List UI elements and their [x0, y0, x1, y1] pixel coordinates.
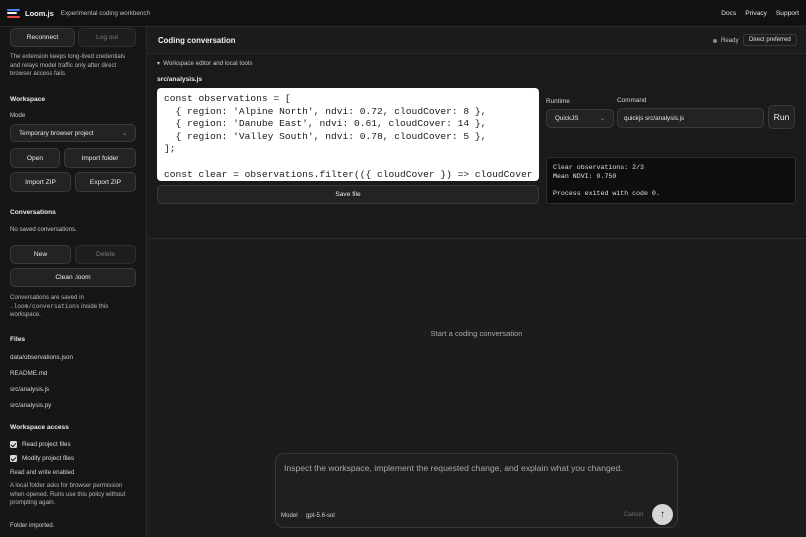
mode-label: Mode: [10, 112, 26, 119]
terminal-output: Clear observations: 2/3 Mean NDVI: 0.750…: [546, 157, 796, 204]
run-button[interactable]: Run: [768, 105, 795, 129]
status-indicator: Ready: [713, 37, 739, 44]
runtime-select[interactable]: QuickJS ⌄: [546, 109, 614, 128]
save-file-button[interactable]: Save file: [157, 185, 539, 204]
clean-loom-button[interactable]: Clean .loom: [10, 268, 136, 287]
file-item[interactable]: README.md: [10, 370, 47, 377]
command-label: Command: [617, 97, 647, 104]
arrow-up-icon: ↑: [660, 509, 665, 520]
access-note: A local folder asks for browser permissi…: [10, 482, 126, 507]
support-link[interactable]: Support: [776, 10, 799, 17]
editor-toggle[interactable]: ▾ Workspace editor and local tools: [157, 60, 252, 67]
file-item[interactable]: src/analysis.js: [10, 386, 49, 393]
workspace-editor-panel: ▾ Workspace editor and local tools src/a…: [147, 54, 806, 239]
access-status: Read and write enabled: [10, 469, 75, 476]
command-input[interactable]: quickjs src/analysis.js: [617, 108, 764, 128]
docs-link[interactable]: Docs: [721, 10, 736, 17]
extension-note: The extension keeps long-lived credentia…: [10, 53, 126, 78]
cancel-button[interactable]: Cancel: [624, 511, 643, 518]
composer-placeholder[interactable]: Inspect the workspace, implement the req…: [284, 463, 623, 473]
export-zip-button[interactable]: Export ZIP: [75, 172, 136, 192]
logout-button[interactable]: Log out: [78, 28, 136, 47]
conversations-heading: Conversations: [10, 209, 56, 216]
new-conversation-button[interactable]: New: [10, 245, 71, 264]
folder-status: Folder imported.: [10, 522, 55, 529]
status-dot-icon: [713, 38, 717, 43]
top-bar: Loom.js Experimental coding workbench Do…: [0, 0, 806, 27]
editor-file-name: src/analysis.js: [157, 76, 203, 83]
modify-files-checkbox[interactable]: Modify project files: [10, 455, 74, 462]
message-composer[interactable]: Inspect the workspace, implement the req…: [275, 453, 678, 528]
triangle-down-icon: ▾: [157, 60, 161, 67]
loom-logo-icon: [7, 8, 20, 18]
privacy-link[interactable]: Privacy: [745, 10, 767, 17]
no-conversations-text: No saved conversations.: [10, 226, 77, 233]
brand-name: Loom.js: [25, 8, 54, 18]
mode-select[interactable]: Temporary browser project ⌄: [10, 124, 136, 142]
checkbox-checked-icon: [10, 441, 17, 448]
chevron-down-icon: ⌄: [121, 130, 127, 137]
workspace-heading: Workspace: [10, 96, 46, 103]
checkbox-checked-icon: [10, 455, 17, 462]
model-selector[interactable]: gpt-5.6-sol: [306, 512, 335, 519]
file-item[interactable]: data/observations.json: [10, 354, 73, 361]
sidebar: Reconnect Log out The extension keeps lo…: [0, 27, 147, 537]
conversation-header: Coding conversation Ready Direct preferr…: [147, 27, 806, 54]
runtime-label: Runtime: [546, 98, 570, 105]
model-label: Model: [281, 512, 298, 519]
chevron-down-icon: ⌄: [599, 116, 605, 122]
workspace-access-heading: Workspace access: [10, 424, 69, 431]
status-text: Ready: [721, 37, 739, 44]
main-panel: Coding conversation Ready Direct preferr…: [147, 27, 806, 537]
conversations-saved-note: Conversations are saved in .loom/convers…: [10, 294, 109, 319]
file-item[interactable]: src/analysis.py: [10, 402, 51, 409]
reconnect-button[interactable]: Reconnect: [10, 28, 75, 47]
open-button[interactable]: Open: [10, 148, 60, 168]
connection-preference-badge[interactable]: Direct preferred: [743, 34, 797, 46]
mode-select-value: Temporary browser project: [19, 129, 94, 137]
read-files-checkbox[interactable]: Read project files: [10, 441, 71, 448]
brand-tagline: Experimental coding workbench: [60, 9, 151, 17]
top-links: Docs Privacy Support: [721, 10, 799, 17]
files-heading: Files: [10, 336, 26, 343]
conversations-path: .loom/conversations: [10, 302, 80, 310]
import-folder-button[interactable]: Import folder: [64, 148, 136, 168]
empty-state-text: Start a coding conversation: [430, 329, 523, 338]
code-editor[interactable]: const observations = [ { region: 'Alpine…: [157, 88, 539, 181]
runtime-select-value: QuickJS: [555, 115, 579, 122]
import-zip-button[interactable]: Import ZIP: [10, 172, 71, 192]
send-button[interactable]: ↑: [652, 504, 673, 525]
page-title: Coding conversation: [158, 36, 236, 45]
delete-conversation-button[interactable]: Delete: [75, 245, 136, 264]
